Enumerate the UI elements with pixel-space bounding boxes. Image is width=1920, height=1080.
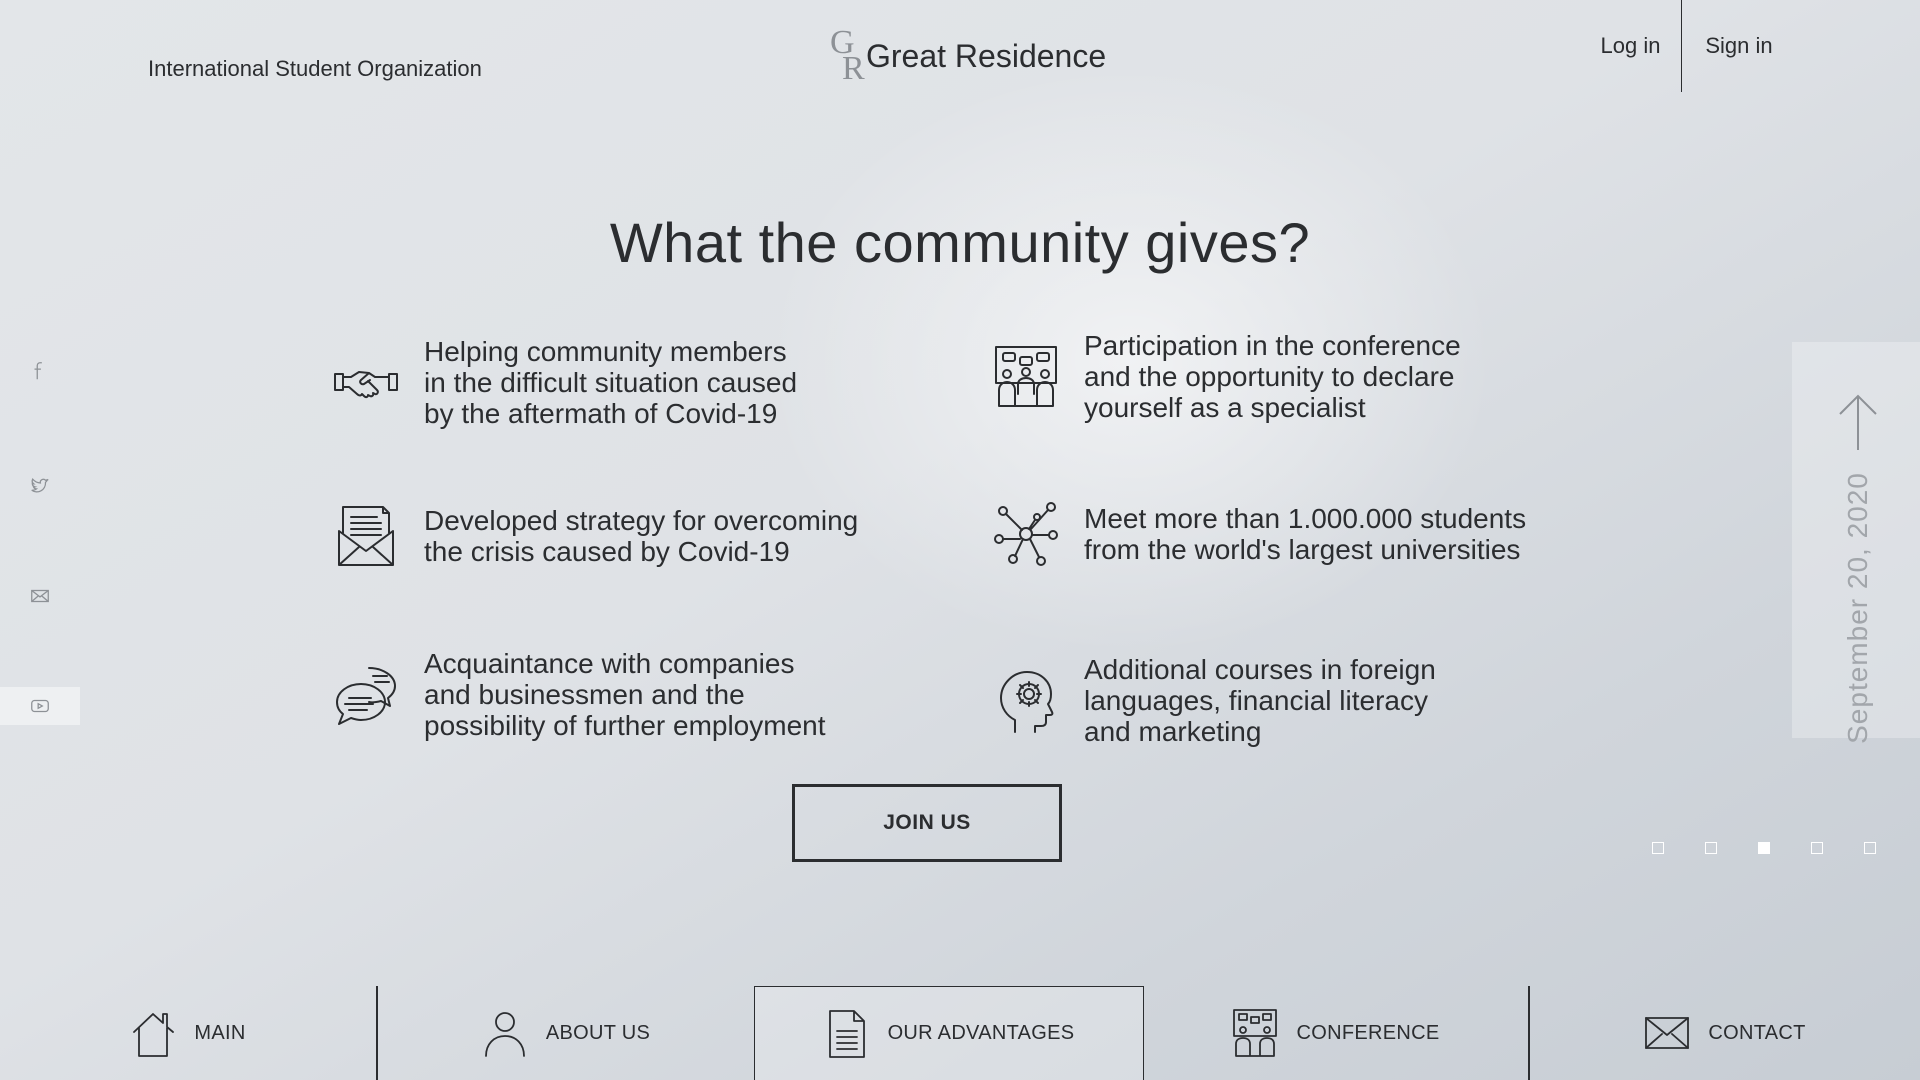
nav-contact-label: CONTACT <box>1708 1021 1806 1044</box>
join-us-button[interactable]: JOIN US <box>792 784 1062 862</box>
pagination-dot[interactable] <box>1705 842 1717 854</box>
feature-item: Additional courses in foreign languages,… <box>990 654 1436 747</box>
pagination-dot[interactable] <box>1652 842 1664 854</box>
feature-item: Developed strategy for overcoming the cr… <box>330 500 858 572</box>
envelope-icon <box>1645 1017 1690 1049</box>
nav-about-us-label: ABOUT US <box>545 1021 651 1044</box>
feature-text: Additional courses in foreign languages,… <box>1084 654 1436 747</box>
feature-text: Helping community members in the difficu… <box>424 336 798 429</box>
document-icon <box>828 1009 865 1058</box>
login-link[interactable]: Log in <box>1580 0 1682 92</box>
nav-contact[interactable]: CONTACT <box>1530 986 1920 1080</box>
bottom-nav: MAIN ABOUT US OUR ADVANTAGES CONFERENCE … <box>0 986 1920 1080</box>
pagination-dot[interactable] <box>1811 842 1823 854</box>
nav-main[interactable]: MAIN <box>0 986 376 1080</box>
feature-text: Meet more than 1.000.000 students from t… <box>1084 503 1527 565</box>
facebook-link[interactable] <box>0 352 80 390</box>
scroll-up-button[interactable] <box>1838 394 1878 452</box>
nav-our-advantages-label: OUR ADVANTAGES <box>887 1022 1075 1044</box>
nav-conference[interactable]: CONFERENCE <box>1144 986 1528 1080</box>
logo-letter-r: R <box>842 50 865 87</box>
head-gear-icon <box>1000 670 1054 733</box>
site-name: Great Residence <box>866 38 1107 74</box>
arrow-up-icon <box>1839 394 1877 450</box>
youtube-icon <box>31 699 49 713</box>
facebook-icon <box>34 362 42 380</box>
mail-icon <box>31 589 49 603</box>
event-date: September 20, 2020 <box>1842 472 1873 744</box>
handshake-icon <box>334 370 398 398</box>
pagination-dot[interactable] <box>1758 842 1770 854</box>
feature-text: Developed strategy for overcoming the cr… <box>424 505 859 567</box>
pagination-dots <box>1652 842 1876 854</box>
person-icon <box>484 1012 525 1057</box>
pagination-dot[interactable] <box>1864 842 1876 854</box>
conference-people-icon <box>995 345 1057 407</box>
feature-text: Acquaintance with companies and business… <box>424 648 826 741</box>
nav-conference-label: CONFERENCE <box>1296 1021 1440 1044</box>
youtube-link[interactable] <box>0 687 80 725</box>
signin-link[interactable]: Sign in <box>1684 0 1794 92</box>
feature-item: Meet more than 1.000.000 students from t… <box>990 498 1526 570</box>
feature-item: Participation in the conference and the … <box>990 330 1461 423</box>
feature-item: Helping community members in the difficu… <box>330 336 797 429</box>
site-logo[interactable]: G R Great Residence <box>830 24 1107 87</box>
page-heading: What the community gives? <box>609 211 1311 274</box>
chat-bubbles-icon <box>336 666 396 725</box>
twitter-link[interactable] <box>0 466 80 504</box>
nav-main-label: MAIN <box>194 1021 246 1044</box>
nav-about-us[interactable]: ABOUT US <box>378 986 754 1080</box>
logo-monogram: G R <box>830 24 866 87</box>
nav-our-advantages[interactable]: OUR ADVANTAGES <box>754 986 1144 1080</box>
mail-link[interactable] <box>0 577 80 615</box>
conference-icon <box>1233 1009 1278 1057</box>
home-icon <box>133 1013 175 1057</box>
network-icon <box>994 502 1058 566</box>
letter-envelope-icon <box>338 506 394 566</box>
feature-item: Acquaintance with companies and business… <box>330 648 826 741</box>
feature-text: Participation in the conference and the … <box>1084 330 1461 423</box>
twitter-icon <box>31 477 49 493</box>
organization-name: International Student Organization <box>148 56 482 81</box>
